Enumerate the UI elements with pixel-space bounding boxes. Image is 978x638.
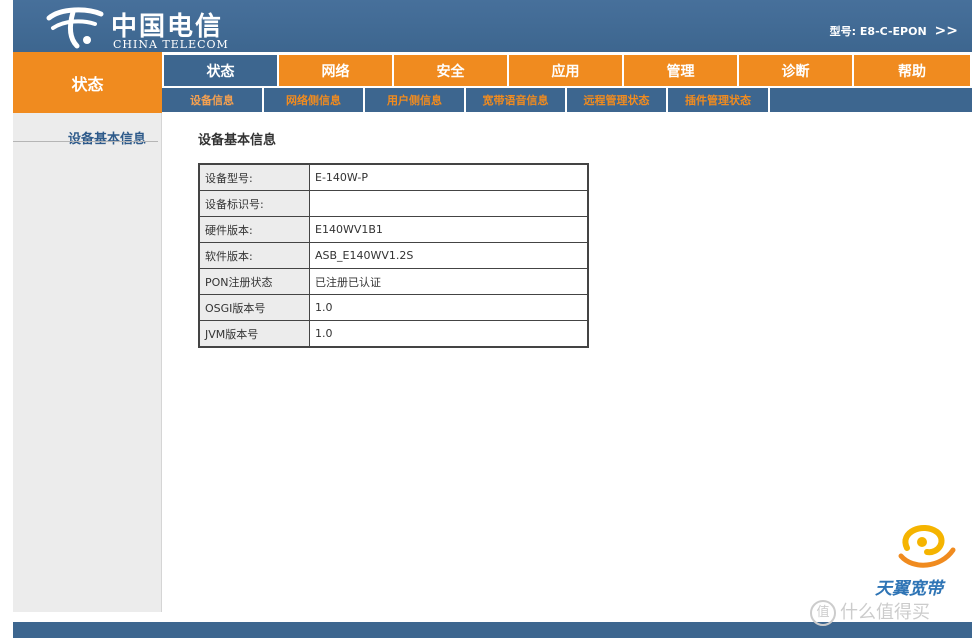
row-value: E-140W-P (309, 163, 589, 191)
table-row: JVM版本号 1.0 (198, 320, 589, 348)
sub-nav: 设备信息 网络侧信息 用户侧信息 宽带语音信息 远程管理状态 插件管理状态 (162, 88, 972, 112)
router-admin-page: 中国电信 CHINA TELECOM 型号: E8-C-EPON >> 状态 状… (13, 0, 972, 638)
model-label: 型号: (829, 25, 857, 38)
left-sidebar: 设备基本信息 (13, 113, 162, 612)
subtab-user-side-info[interactable]: 用户侧信息 (365, 88, 466, 112)
device-info-table: 设备型号: E-140W-P 设备标识号: 硬件版本: E140WV1B1 软件… (198, 163, 589, 348)
row-value: 已注册已认证 (309, 268, 589, 295)
table-row: 设备标识号: (198, 190, 589, 217)
logo-english-text: CHINA TELECOM (113, 38, 229, 51)
main-content: 设备基本信息 设备型号: E-140W-P 设备标识号: 硬件版本: E140W… (162, 113, 972, 612)
subtab-remote-management-status[interactable]: 远程管理状态 (567, 88, 668, 112)
watermark: 值什么值得买 (810, 598, 930, 626)
brand-text: 天翼宽带 (875, 579, 943, 599)
model-arrow-icon[interactable]: >> (935, 23, 958, 39)
sidebar-divider (13, 141, 158, 142)
table-row: 软件版本: ASB_E140WV1.2S (198, 242, 589, 269)
table-row: 硬件版本: E140WV1B1 (198, 216, 589, 243)
subtab-plugin-management-status[interactable]: 插件管理状态 (668, 88, 770, 112)
watermark-icon: 值 (810, 600, 836, 626)
table-row: OSGI版本号 1.0 (198, 294, 589, 321)
tab-help[interactable]: 帮助 (854, 55, 970, 86)
row-label: 设备型号: (198, 163, 310, 191)
row-value (309, 190, 589, 217)
row-value: 1.0 (309, 320, 589, 348)
model-info: 型号: E8-C-EPON >> (830, 23, 958, 39)
row-value: E140WV1B1 (309, 216, 589, 243)
row-label: 硬件版本: (198, 216, 310, 243)
swirl-logo-icon (898, 525, 956, 568)
subtab-broadband-voice-info[interactable]: 宽带语音信息 (466, 88, 567, 112)
table-row: PON注册状态 已注册已认证 (198, 268, 589, 295)
watermark-text: 什么值得买 (840, 602, 930, 623)
row-value: ASB_E140WV1.2S (309, 242, 589, 269)
row-label: 软件版本: (198, 242, 310, 269)
china-telecom-logo: 中国电信 CHINA TELECOM (43, 2, 243, 51)
main-nav: 状态 网络 安全 应用 管理 诊断 帮助 (162, 52, 972, 88)
tab-status[interactable]: 状态 (164, 55, 277, 86)
tab-application[interactable]: 应用 (509, 55, 622, 86)
tab-network[interactable]: 网络 (279, 55, 392, 86)
sidebar-item-device-basic-info[interactable]: 设备基本信息 (68, 128, 146, 147)
row-label: JVM版本号 (198, 320, 310, 348)
tab-diagnostics[interactable]: 诊断 (739, 55, 852, 86)
subtab-device-info[interactable]: 设备信息 (162, 88, 264, 112)
tab-security[interactable]: 安全 (394, 55, 507, 86)
model-value: E8-C-EPON (859, 25, 927, 38)
row-value: 1.0 (309, 294, 589, 321)
current-section-tab: 状态 (13, 52, 162, 113)
row-label: PON注册状态 (198, 268, 310, 295)
tab-management[interactable]: 管理 (624, 55, 737, 86)
subtab-network-side-info[interactable]: 网络侧信息 (264, 88, 365, 112)
header-bar: 中国电信 CHINA TELECOM 型号: E8-C-EPON >> (13, 0, 972, 52)
tianyi-broadband-logo: 天翼宽带 (875, 520, 975, 600)
row-label: OSGI版本号 (198, 294, 310, 321)
telecom-logo-icon (46, 7, 104, 49)
row-label: 设备标识号: (198, 190, 310, 217)
table-row: 设备型号: E-140W-P (198, 163, 589, 191)
page-title: 设备基本信息 (198, 133, 277, 148)
